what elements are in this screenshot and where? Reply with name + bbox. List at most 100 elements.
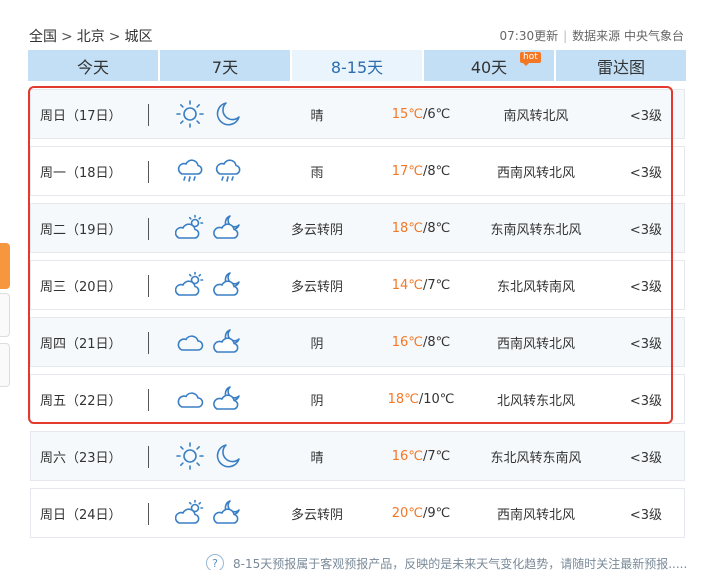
temp-low: /8℃ [422,334,451,350]
temp-high: 17℃ [391,163,423,179]
forecast-row: 周五（22日） 阴 18℃/10℃ 北风转东北风 <3级 [30,374,685,424]
wind-direction: 东北风转东南风 [490,450,582,466]
weather-icons [175,489,245,537]
temperature: 18℃/8℃ [371,204,471,252]
temp-high: 15℃ [391,106,423,122]
temp-low: /8℃ [422,220,451,236]
day-label: 周五（22日） [40,393,122,409]
tab-7-days[interactable]: 7天 [160,50,290,81]
forecast-tabs: 今天 7天 8-15天 40天 hot 雷达图 [28,50,686,81]
weather-icons [175,147,245,195]
temperature: 16℃/7℃ [371,432,471,480]
cloudy-night-icon [213,327,243,357]
wind-direction: 西南风转北风 [496,165,575,181]
divider [148,503,149,525]
breadcrumb-district: 城区 [124,29,153,45]
wind-direction: 北风转东北风 [496,393,575,409]
weather-icons [175,318,245,366]
rain-icon [213,156,243,186]
temp-low: /6℃ [422,106,451,122]
rain-icon [175,156,205,186]
forecast-row: 周一（18日） 雨 17℃/8℃ 西南风转北风 <3级 [30,146,685,196]
weather-icons [175,90,245,138]
help-icon[interactable]: ? [206,554,224,570]
cloud-icon [175,384,205,414]
weather-icons [175,375,245,423]
weather-desc: 多云转阴 [290,507,343,523]
temperature: 18℃/10℃ [371,375,471,423]
weather-desc: 多云转阴 [290,222,343,238]
divider [148,104,149,126]
day-label: 周三（20日） [40,279,122,295]
cloudy-night-icon [213,498,243,528]
day-label: 周四（21日） [40,336,122,352]
side-button[interactable] [0,293,10,337]
side-feedback-tab[interactable] [0,243,10,289]
forecast-row: 周六（23日） 晴 16℃/7℃ 东北风转东南风 <3级 [30,431,685,481]
wind-level: <3级 [629,279,662,295]
temp-low: /9℃ [422,505,451,521]
forecast-row: 周四（21日） 阴 16℃/8℃ 西南风转北风 <3级 [30,317,685,367]
tab-label: 8-15天 [330,57,384,77]
wind-level: <3级 [629,507,662,523]
weather-icons [175,261,245,309]
temp-high: 16℃ [391,448,423,464]
day-label: 周一（18日） [40,165,122,181]
tab-label: 雷达图 [596,57,645,77]
wind-level: <3级 [629,108,662,124]
tab-label: 7天 [211,57,239,77]
forecast-note: ? 8-15天预报属于客观预报产品，反映的是未来天气变化趋势，请随时关注最新预报… [206,554,687,570]
tab-8-15-days[interactable]: 8-15天 [292,50,422,81]
temp-low: /10℃ [418,391,455,407]
wind-level: <3级 [629,393,662,409]
wind-direction: 东北风转南风 [496,279,575,295]
temp-high: 18℃ [387,391,419,407]
temperature: 20℃/9℃ [371,489,471,537]
temperature: 17℃/8℃ [371,147,471,195]
breadcrumb-country[interactable]: 全国 [29,26,57,46]
breadcrumb-separator: > [61,29,73,45]
wind-level: <3级 [629,165,662,181]
day-label: 周六（23日） [40,450,122,466]
day-label: 周日（17日） [40,108,122,124]
partly-cloudy-icon [175,498,205,528]
wind-level: <3级 [629,336,662,352]
weather-desc: 雨 [310,165,324,181]
breadcrumb-separator: > [108,29,121,45]
wind-direction: 西南风转北风 [496,507,575,523]
divider [148,446,149,468]
temp-high: 14℃ [391,277,423,293]
cloud-icon [175,327,205,357]
tab-today[interactable]: 今天 [28,50,158,81]
weather-icons [175,204,245,252]
update-info: 07:30更新 | 数据来源 中央气象台 [500,27,684,44]
forecast-row: 周日（24日） 多云转阴 20℃/9℃ 西南风转北风 <3级 [30,488,685,538]
side-button[interactable] [0,343,10,387]
breadcrumb: 全国 > 北京 > 城区 [29,26,152,46]
divider: | [563,29,568,43]
tab-40-days[interactable]: 40天 hot [424,50,554,81]
hot-badge: hot [520,52,541,66]
temp-high: 20℃ [391,505,423,521]
data-source: 数据来源 中央气象台 [572,29,684,43]
temp-low: /8℃ [422,163,451,179]
weather-desc: 晴 [310,108,324,124]
weather-desc: 阴 [310,393,324,409]
tab-radar[interactable]: 雷达图 [556,50,686,81]
divider [148,218,149,240]
partly-cloudy-icon [175,213,205,243]
wind-direction: 东南风转东北风 [490,222,582,238]
temperature: 16℃/8℃ [371,318,471,366]
cloudy-night-icon [213,384,243,414]
weather-icons [175,432,245,480]
temperature: 14℃/7℃ [371,261,471,309]
update-time: 07:30更新 [499,29,559,43]
moon-icon [213,99,243,129]
weather-desc: 多云转阴 [290,279,343,295]
divider [148,161,149,183]
day-label: 周日（24日） [40,507,122,523]
breadcrumb-city[interactable]: 北京 [77,26,105,46]
temp-high: 16℃ [391,334,423,350]
partly-cloudy-icon [175,270,205,300]
cloudy-night-icon [213,213,243,243]
